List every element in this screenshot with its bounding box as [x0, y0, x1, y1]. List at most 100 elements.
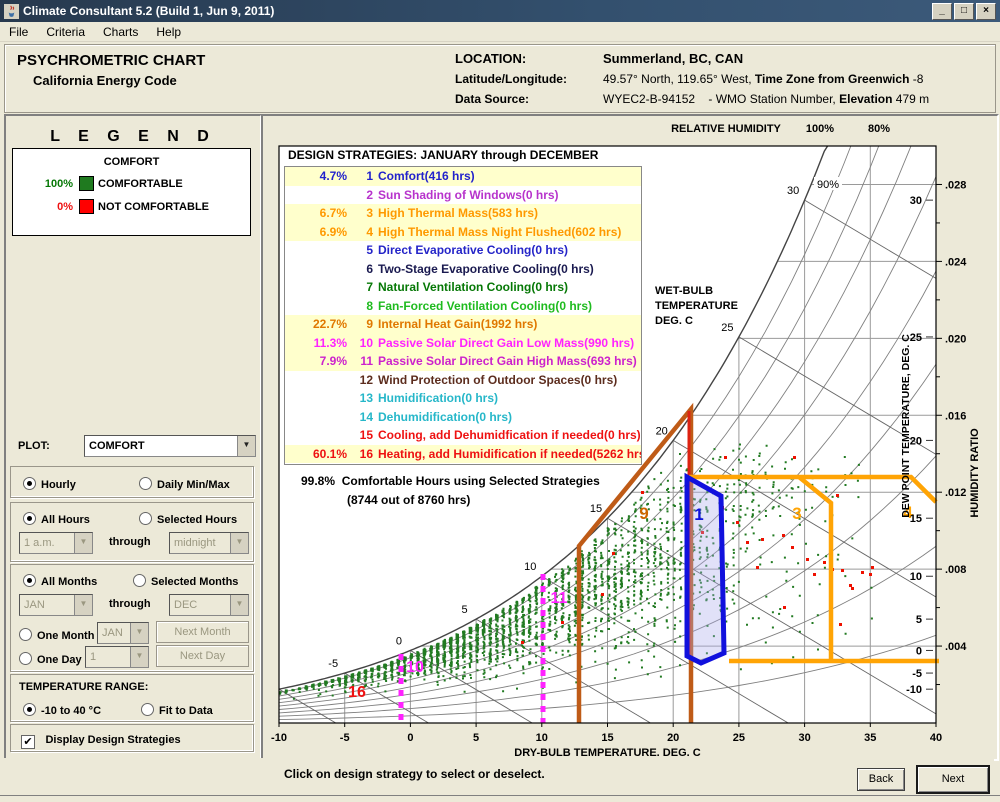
svg-text:20: 20 [656, 425, 668, 437]
hour-to-select[interactable]: midnight▼ [169, 532, 249, 554]
next-day-button[interactable]: Next Day [156, 645, 249, 667]
strategy-row-8[interactable]: 8Fan-Forced Ventilation Cooling(0 hrs) [285, 297, 641, 316]
strategy-row-2[interactable]: 2Sun Shading of Windows(0 hrs) [285, 186, 641, 205]
legend-label: NOT COMFORTABLE [98, 201, 209, 213]
svg-text:10: 10 [910, 571, 922, 583]
radio-hourly[interactable]: Hourly [23, 475, 76, 493]
strategy-row-9[interactable]: 22.7%9Internal Heat Gain(1992 hrs) [285, 315, 641, 334]
minimize-button[interactable]: _ [932, 3, 952, 20]
chevron-down-icon: ▼ [130, 623, 148, 643]
through-label: through [109, 536, 151, 548]
legend-row: 100%COMFORTABLE [13, 176, 250, 191]
maximize-button[interactable]: □ [954, 3, 974, 20]
radio-daily-minmax[interactable]: Daily Min/Max [139, 475, 230, 493]
month-from-select[interactable]: JAN▼ [19, 594, 93, 616]
svg-text:16: 16 [348, 684, 366, 701]
strategies-header: DESIGN STRATEGIES: JANUARY through DECEM… [285, 148, 601, 162]
legend-swatch-icon [79, 199, 94, 214]
chevron-down-icon: ▼ [130, 647, 148, 667]
temp-range-group: TEMPERATURE RANGE: -10 to 40 °C Fit to D… [10, 674, 254, 722]
svg-text:25: 25 [721, 322, 733, 334]
svg-text:0: 0 [916, 645, 922, 657]
svg-text:.020: .020 [945, 333, 966, 345]
strategy-row-12[interactable]: 12Wind Protection of Outdoor Spaces(0 hr… [285, 371, 641, 390]
strategy-row-16[interactable]: 60.1%16Heating, add Humidification if ne… [285, 445, 641, 464]
window-title: Climate Consultant 5.2 (Build 1, Jun 9, … [23, 4, 274, 18]
svg-text:.008: .008 [945, 564, 966, 576]
svg-text:-5: -5 [912, 668, 922, 680]
one-month-select[interactable]: JAN▼ [97, 622, 149, 644]
strategy-row-6[interactable]: 6Two-Stage Evaporative Cooling(0 hrs) [285, 260, 641, 279]
latlon-value: 49.57° North, 119.65° West, Time Zone fr… [603, 72, 923, 86]
strategy-row-11[interactable]: 7.9%11Passive Solar Direct Gain High Mas… [285, 352, 641, 371]
back-button[interactable]: Back [857, 768, 905, 791]
svg-text:25: 25 [733, 732, 745, 744]
plot-label: PLOT: [18, 440, 50, 452]
display-strategies-checkbox[interactable]: ✔ Display Design Strategies [21, 730, 181, 749]
svg-text:-10: -10 [271, 732, 287, 744]
hourly-group: Hourly Daily Min/Max [10, 466, 254, 498]
strategies-summary: 99.8% Comfortable Hours using Selected S… [301, 474, 600, 488]
radio-all-hours[interactable]: All Hours [23, 510, 90, 528]
strategy-row-7[interactable]: 7Natural Ventilation Cooling(0 hrs) [285, 278, 641, 297]
hour-from-select[interactable]: 1 a.m.▼ [19, 532, 93, 554]
svg-text:HUMIDITY RATIO: HUMIDITY RATIO [969, 428, 981, 518]
radio-all-months[interactable]: All Months [23, 572, 97, 590]
svg-text:20: 20 [667, 732, 679, 744]
close-button[interactable]: × [976, 3, 996, 20]
chevron-down-icon: ▼ [230, 533, 248, 553]
menu-item-charts[interactable]: Charts [94, 23, 147, 41]
strategy-row-10[interactable]: 11.3%10Passive Solar Direct Gain Low Mas… [285, 334, 641, 353]
menu-item-file[interactable]: File [0, 23, 37, 41]
svg-text:15: 15 [590, 503, 602, 515]
strategy-row-13[interactable]: 13Humidification(0 hrs) [285, 389, 641, 408]
plot-select[interactable]: COMFORT▼ [84, 435, 256, 457]
radio-one-day[interactable]: One Day [19, 650, 82, 668]
svg-text:5: 5 [473, 732, 479, 744]
svg-text:.028: .028 [945, 179, 966, 191]
svg-text:5: 5 [916, 614, 922, 626]
svg-text:30: 30 [910, 195, 922, 207]
page-subtitle: California Energy Code [33, 73, 177, 88]
radio-temp-fixed[interactable]: -10 to 40 °C [23, 701, 101, 719]
strategy-row-1[interactable]: 4.7%1Comfort(416 hrs) [285, 167, 641, 186]
strategy-row-4[interactable]: 6.9%4High Thermal Mass Night Flushed(602… [285, 223, 641, 242]
svg-text:90%: 90% [817, 179, 839, 191]
location-label: LOCATION: [455, 51, 526, 66]
chevron-down-icon: ▼ [74, 533, 92, 553]
radio-fit-to-data[interactable]: Fit to Data [141, 701, 213, 719]
radio-selected-hours[interactable]: Selected Hours [139, 510, 237, 528]
svg-text:9: 9 [639, 504, 648, 523]
svg-text:35: 35 [864, 732, 876, 744]
menu-bar: FileCriteriaChartsHelp [0, 22, 1000, 42]
strategy-row-15[interactable]: 15Cooling, add Dehumidfication if needed… [285, 426, 641, 445]
svg-text:RELATIVE HUMIDITY: RELATIVE HUMIDITY [671, 123, 781, 135]
legend-label: COMFORTABLE [98, 178, 183, 190]
svg-text:DEG. C: DEG. C [655, 315, 693, 327]
strategy-row-5[interactable]: 5Direct Evaporative Cooling(0 hrs) [285, 241, 641, 260]
one-day-select[interactable]: 1▼ [85, 646, 149, 668]
legend-section-title: COMFORT [13, 156, 250, 168]
month-to-select[interactable]: DEC▼ [169, 594, 249, 616]
plot-group: PLOT: COMFORT▼ [10, 434, 252, 460]
svg-text:WET-BULB: WET-BULB [655, 285, 713, 297]
left-sidebar: L E G E N D COMFORT 100%COMFORTABLE0%NOT… [4, 114, 262, 761]
legend-swatch-icon [79, 176, 94, 191]
svg-text:10: 10 [536, 732, 548, 744]
radio-selected-months[interactable]: Selected Months [133, 572, 238, 590]
next-month-button[interactable]: Next Month [156, 621, 249, 643]
chevron-down-icon: ▼ [230, 595, 248, 615]
next-button[interactable]: Next [916, 765, 990, 794]
strategy-row-14[interactable]: 14Dehumidification(0 hrs) [285, 408, 641, 427]
legend-box: COMFORT 100%COMFORTABLE 0%NOT COMFORTABLE [12, 148, 251, 236]
svg-text:.024: .024 [945, 256, 967, 268]
menu-item-help[interactable]: Help [147, 23, 190, 41]
svg-text:0: 0 [407, 732, 413, 744]
page-title: PSYCHROMETRIC CHART [17, 52, 205, 69]
menu-item-criteria[interactable]: Criteria [37, 23, 94, 41]
radio-one-month[interactable]: One Month [19, 626, 94, 644]
legend-row: 0%NOT COMFORTABLE [13, 199, 250, 214]
strategy-row-3[interactable]: 6.7%3High Thermal Mass(583 hrs) [285, 204, 641, 223]
svg-text:100%: 100% [806, 123, 834, 135]
svg-text:30: 30 [787, 185, 799, 197]
